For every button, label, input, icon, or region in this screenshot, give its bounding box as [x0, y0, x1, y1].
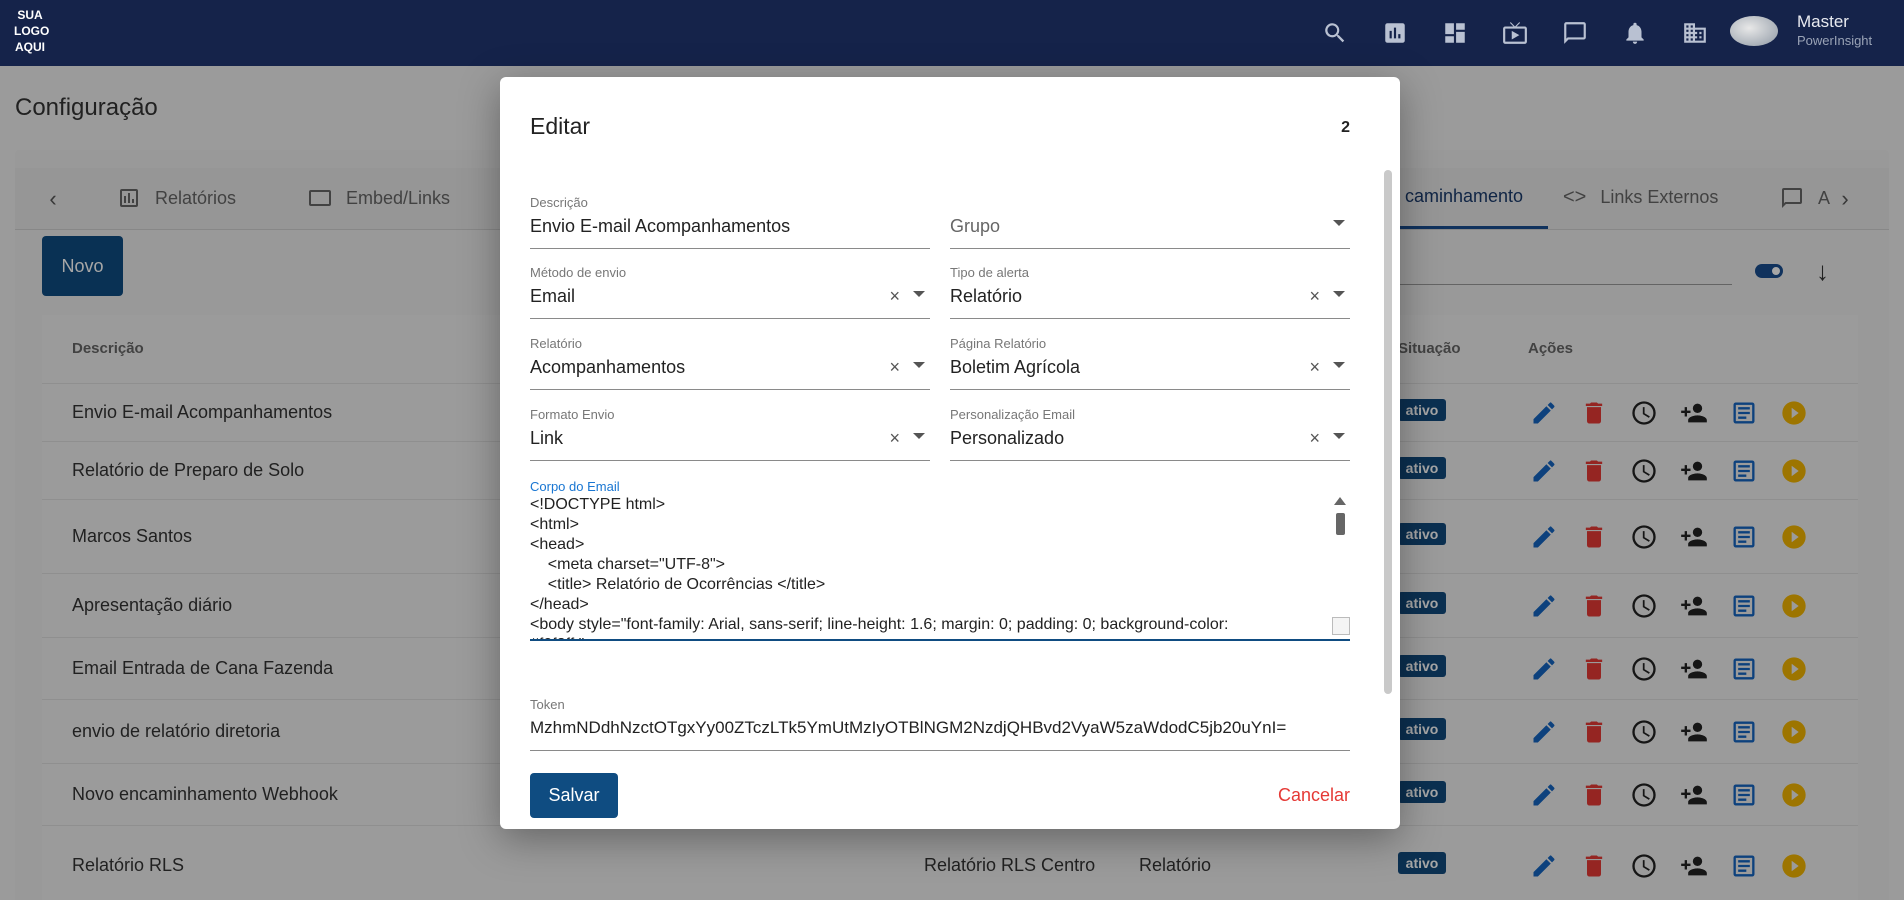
email-custom-select[interactable]: Personalização Email Personalizado × [950, 407, 1350, 461]
cancel-button[interactable]: Cancelar [1278, 785, 1350, 806]
textarea-scrollbar[interactable] [1330, 495, 1350, 635]
field-value: Envio E-mail Acompanhamentos [530, 216, 791, 236]
logo-line: LOGO [14, 24, 50, 38]
field-label: Formato Envio [530, 407, 615, 422]
field-value: Acompanhamentos [530, 357, 686, 377]
logo-line: AQUI [15, 40, 45, 54]
chart-icon[interactable] [1380, 18, 1410, 48]
dialog-title: Editar [530, 113, 591, 139]
scroll-up-icon[interactable] [1334, 497, 1346, 505]
email-body-content: <!DOCTYPE html> <html> <head> <meta char… [530, 496, 1229, 639]
resize-handle[interactable] [1332, 617, 1350, 635]
chevron-down-icon[interactable] [913, 291, 925, 297]
field-placeholder: Grupo [950, 216, 1001, 236]
clear-icon[interactable]: × [889, 357, 900, 378]
send-format-select[interactable]: Formato Envio Link × [530, 407, 930, 461]
dashboard-icon[interactable] [1440, 18, 1470, 48]
building-icon[interactable] [1680, 18, 1710, 48]
field-value: MzhmNDdhNzctOTgxYy00ZTczLTk5YmUtMzIyOTBl… [530, 718, 1287, 737]
scroll-thumb[interactable] [1336, 513, 1345, 535]
logo[interactable]: SUA LOGO AQUI [14, 7, 50, 55]
chevron-down-icon[interactable] [913, 433, 925, 439]
field-label: Tipo de alerta [950, 265, 1030, 280]
email-body-textarea[interactable]: <!DOCTYPE html> <html> <head> <meta char… [530, 495, 1350, 641]
dialog-scrollbar[interactable] [1384, 170, 1392, 694]
clear-icon[interactable]: × [1309, 357, 1320, 378]
token-field[interactable]: Token MzhmNDdhNzctOTgxYy00ZTczLTk5YmUtMz… [530, 697, 1350, 751]
bell-icon[interactable] [1620, 18, 1650, 48]
search-icon[interactable] [1320, 18, 1350, 48]
group-select[interactable]: Grupo [950, 195, 1350, 249]
field-label: Descrição [530, 195, 588, 210]
clear-icon[interactable]: × [889, 428, 900, 449]
record-id: 2 [1341, 119, 1350, 136]
chat-icon[interactable] [1560, 18, 1590, 48]
field-label: Método de envio [530, 265, 627, 280]
avatar[interactable] [1730, 16, 1778, 46]
chevron-down-icon[interactable] [1333, 362, 1345, 368]
chevron-down-icon[interactable] [913, 362, 925, 368]
clear-icon[interactable]: × [1309, 428, 1320, 449]
user-name: Master [1797, 12, 1849, 31]
logo-line: SUA [17, 8, 43, 22]
user-org: PowerInsight [1797, 33, 1873, 48]
chevron-down-icon[interactable] [1333, 220, 1345, 226]
chevron-down-icon[interactable] [1333, 291, 1345, 297]
field-label: Página Relatório [950, 336, 1047, 351]
description-field[interactable]: Descrição Envio E-mail Acompanhamentos [530, 195, 930, 249]
edit-dialog: Editar 2 Descrição Envio E-mail Acompanh… [500, 77, 1400, 829]
tv-icon[interactable] [1500, 18, 1530, 48]
field-value: Personalizado [950, 428, 1065, 448]
top-bar: SUA LOGO AQUI Master PowerInsight [0, 0, 1904, 66]
field-value: Email [530, 286, 576, 306]
email-body-label: Corpo do Email [530, 479, 620, 494]
clear-icon[interactable]: × [1309, 286, 1320, 307]
clear-icon[interactable]: × [889, 286, 900, 307]
report-select[interactable]: Relatório Acompanhamentos × [530, 336, 930, 390]
field-label: Personalização Email [950, 407, 1076, 422]
field-label: Relatório [530, 336, 583, 351]
field-label: Token [530, 697, 565, 712]
save-button[interactable]: Salvar [530, 773, 618, 818]
report-page-select[interactable]: Página Relatório Boletim Agrícola × [950, 336, 1350, 390]
field-value: Boletim Agrícola [950, 357, 1081, 377]
field-value: Relatório [950, 286, 1023, 306]
chevron-down-icon[interactable] [1333, 433, 1345, 439]
field-value: Link [530, 428, 564, 448]
send-method-select[interactable]: Método de envio Email × [530, 265, 930, 319]
alert-type-select[interactable]: Tipo de alerta Relatório × [950, 265, 1350, 319]
